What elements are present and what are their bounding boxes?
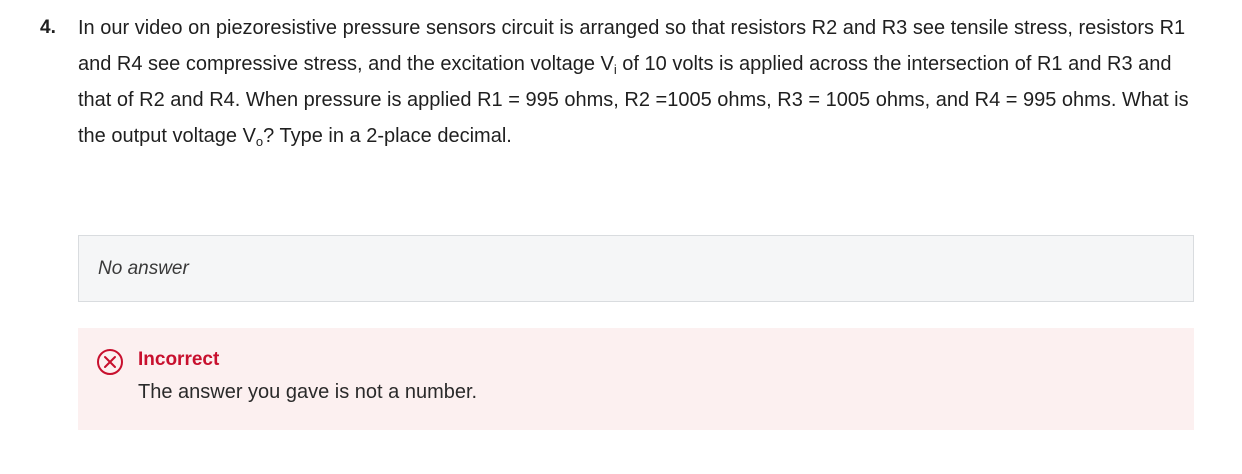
x-circle-icon	[96, 348, 124, 376]
question-number: 4.	[40, 17, 56, 38]
feedback-status: Incorrect	[138, 349, 220, 370]
question-text-part-3: ? Type in a 2-place decimal.	[263, 125, 512, 147]
feedback-message: The answer you gave is not a number.	[138, 381, 478, 403]
answer-field[interactable]: No answer	[78, 235, 1194, 302]
feedback-panel: Incorrect The answer you gave is not a n…	[78, 328, 1194, 430]
question-text: In our video on piezoresistive pressure …	[78, 10, 1198, 154]
answer-value: No answer	[98, 258, 189, 279]
